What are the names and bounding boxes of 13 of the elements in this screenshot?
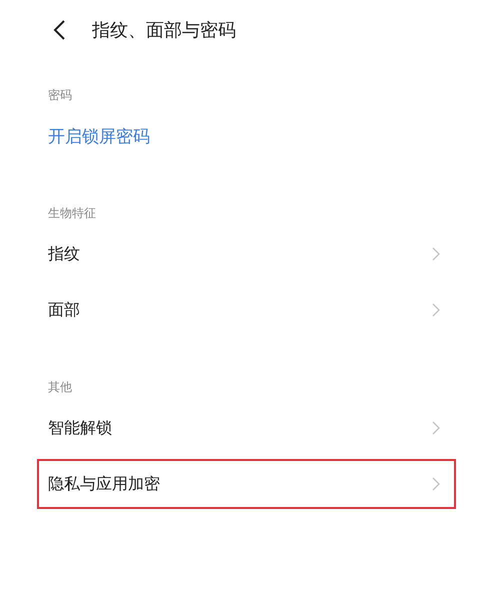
section-header: 生物特征 (48, 205, 97, 222)
settings-row[interactable]: 指纹 (37, 229, 456, 279)
chevron-icon (432, 477, 440, 491)
chevron-icon (432, 303, 440, 317)
settings-row[interactable]: 隐私与应用加密 (37, 459, 456, 509)
page-title: 指纹、面部与密码 (92, 19, 236, 42)
chevron-icon (432, 421, 440, 435)
chevron-icon (432, 247, 440, 261)
settings-row[interactable]: 智能解锁 (37, 403, 456, 453)
settings-row[interactable]: 面部 (37, 285, 456, 335)
section-header: 其他 (48, 379, 73, 396)
settings-link[interactable]: 开启锁屏密码 (37, 111, 456, 161)
section-header: 密码 (48, 87, 73, 104)
